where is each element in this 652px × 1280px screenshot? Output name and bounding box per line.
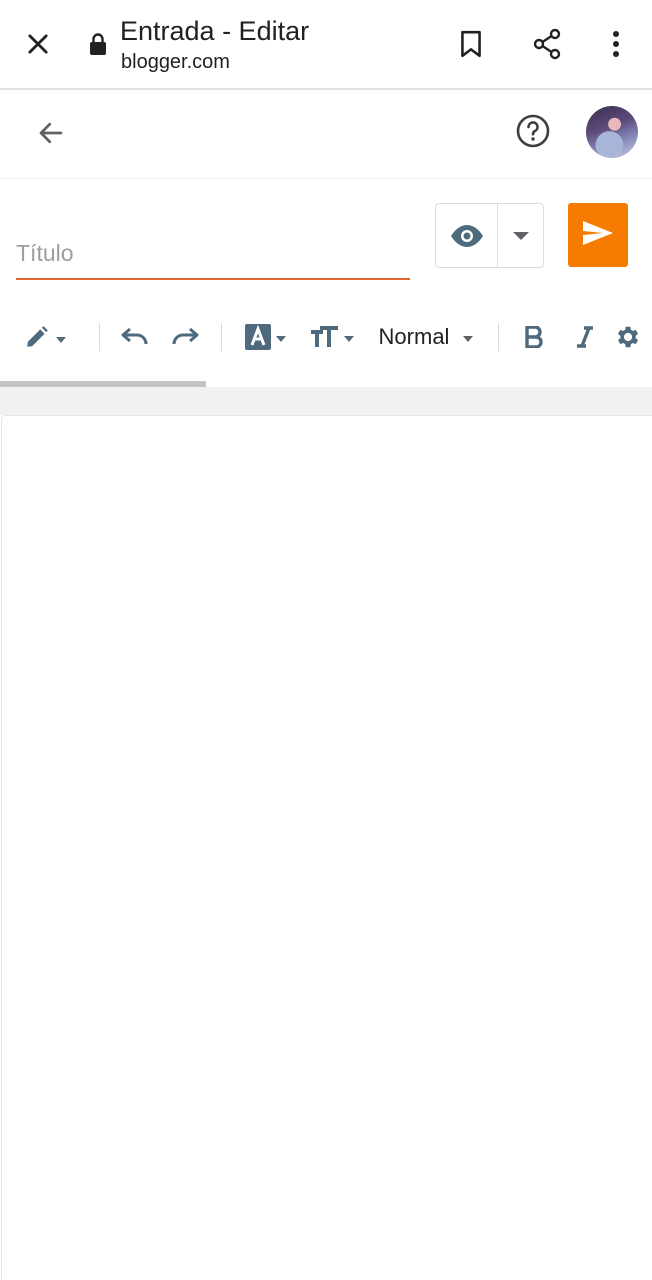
italic-icon[interactable] <box>570 313 600 361</box>
settings-icon[interactable] <box>610 313 644 361</box>
pencil-icon[interactable] <box>18 313 72 361</box>
toolbar-separator <box>99 323 100 351</box>
toolbar-divider <box>0 387 652 415</box>
undo-icon[interactable] <box>118 313 152 361</box>
redo-icon[interactable] <box>168 313 202 361</box>
browser-toolbar: Entrada - Editar blogger.com <box>0 0 652 90</box>
text-color-icon[interactable] <box>242 313 288 361</box>
bold-icon[interactable] <box>518 313 550 361</box>
paragraph-style-label: Normal <box>378 324 450 349</box>
paragraph-style-select[interactable]: Normal <box>376 313 476 361</box>
send-icon <box>582 220 614 251</box>
post-title-input[interactable] <box>16 236 410 280</box>
page-url[interactable]: blogger.com <box>121 49 230 75</box>
editor-toolbar: Normal <box>0 305 652 369</box>
publish-button[interactable] <box>568 203 628 267</box>
page-title: Entrada - Editar <box>120 16 310 46</box>
arrow-back-icon[interactable] <box>27 109 75 157</box>
help-icon[interactable] <box>508 106 558 156</box>
more-vert-icon[interactable] <box>592 20 640 68</box>
preview-button-group <box>435 203 544 268</box>
toolbar-separator <box>221 323 222 351</box>
share-icon[interactable] <box>523 20 571 68</box>
lock-icon <box>86 30 110 58</box>
caret-down-icon[interactable] <box>498 204 543 267</box>
post-body-editor[interactable] <box>1 415 652 1280</box>
eye-icon[interactable] <box>436 204 498 267</box>
app-header <box>0 90 652 179</box>
bookmark-icon[interactable] <box>447 20 495 68</box>
avatar[interactable] <box>586 106 638 158</box>
font-size-icon[interactable] <box>309 313 355 361</box>
close-icon[interactable] <box>14 20 62 68</box>
toolbar-separator <box>498 323 499 351</box>
